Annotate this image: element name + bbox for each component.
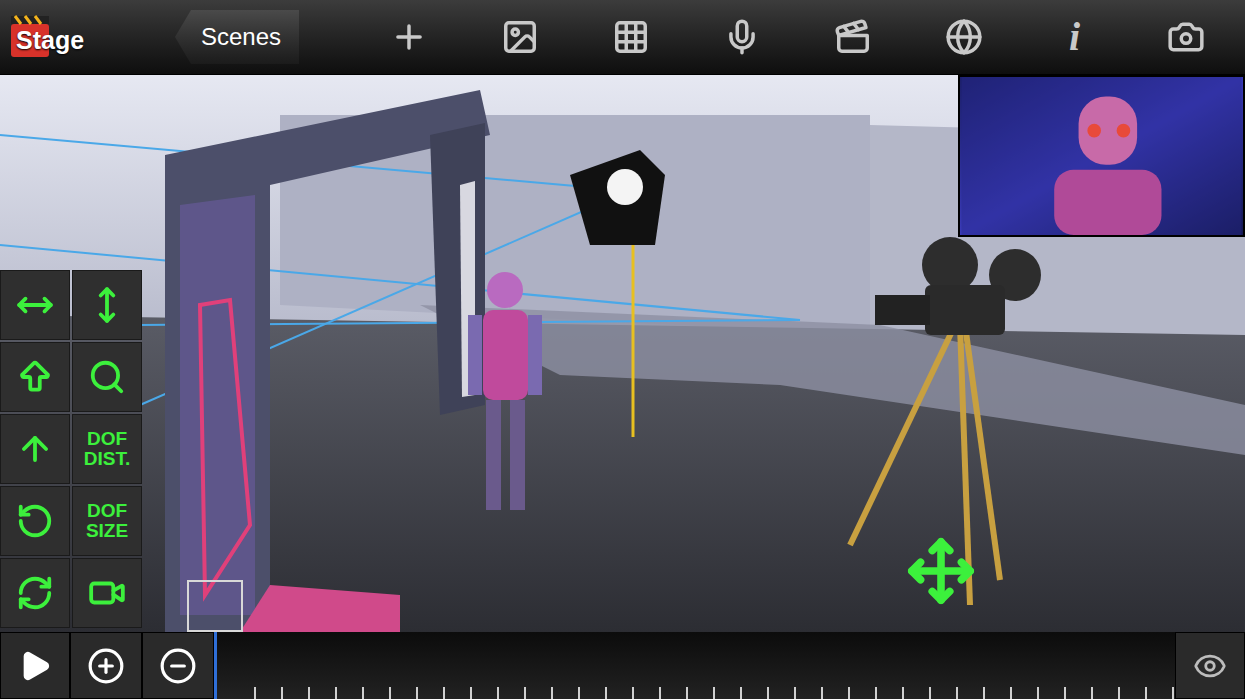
play-icon (18, 649, 52, 683)
tool-button[interactable] (0, 414, 70, 484)
eye-icon (1193, 649, 1227, 683)
top-toolbar: Stage Scenes i (0, 0, 1245, 75)
timeline-tick (551, 687, 553, 699)
tool-label: DOF SIZE (73, 501, 141, 541)
timeline-tick (605, 687, 607, 699)
timeline-tick (1064, 687, 1066, 699)
tool-button[interactable] (0, 486, 70, 556)
globe-icon (945, 18, 983, 56)
timeline-tick (875, 687, 877, 699)
camera-preview[interactable] (958, 75, 1245, 237)
info-label: i (1069, 17, 1080, 57)
timeline-tick (1010, 687, 1012, 699)
timeline-bar (0, 632, 1245, 699)
microphone-icon (723, 18, 761, 56)
timeline-tick (686, 687, 688, 699)
playhead[interactable] (214, 632, 217, 699)
timeline-tick (1172, 687, 1174, 699)
play-button[interactable] (0, 632, 70, 699)
timeline-tick (362, 687, 364, 699)
add-keyframe-button[interactable] (70, 632, 142, 699)
timeline-tick (389, 687, 391, 699)
toolbar-icons: i (353, 0, 1241, 74)
add-keyframe-icon (87, 647, 125, 685)
camera-view-icon (88, 574, 126, 612)
timeline-tick (821, 687, 823, 699)
timeline-tick (659, 687, 661, 699)
timeline-tick (794, 687, 796, 699)
snapshot-camera-icon (1167, 18, 1205, 56)
move-arrows-icon (906, 536, 976, 606)
stage-app: Stage Scenes i DOF DIST. DOF SIZE (0, 0, 1245, 699)
timeline-tick (470, 687, 472, 699)
image-icon (501, 18, 539, 56)
timeline-tick (1145, 687, 1147, 699)
orbit-icon (16, 574, 54, 612)
timeline-tick (497, 687, 499, 699)
stage-viewport[interactable]: DOF DIST. DOF SIZE (0, 75, 1245, 632)
tool-button[interactable]: DOF SIZE (72, 486, 142, 556)
grid-icon (612, 18, 650, 56)
zoom-icon (88, 358, 126, 396)
tool-button[interactable] (0, 342, 70, 412)
clapperboard-icon (834, 18, 872, 56)
app-title: Stage (16, 28, 84, 53)
toolbar-button[interactable] (686, 0, 797, 74)
tool-button[interactable] (0, 558, 70, 628)
move-handle[interactable] (905, 535, 977, 607)
timeline-tick (443, 687, 445, 699)
timeline-tick (632, 687, 634, 699)
add-icon (390, 18, 428, 56)
timeline-tick (848, 687, 850, 699)
timeline-tick (983, 687, 985, 699)
timeline-tick (1037, 687, 1039, 699)
toolbar-button[interactable] (353, 0, 464, 74)
scenes-label: Scenes (201, 25, 281, 49)
tool-panel: DOF DIST. DOF SIZE (0, 270, 142, 628)
timeline-tick (713, 687, 715, 699)
tool-button[interactable] (72, 558, 142, 628)
remove-keyframe-icon (159, 647, 197, 685)
move-horizontal-icon (16, 286, 54, 324)
timeline-tick (902, 687, 904, 699)
toolbar-button[interactable] (1130, 0, 1241, 74)
timeline-tick (578, 687, 580, 699)
move-vertical-icon (88, 286, 126, 324)
up-arrow-icon (16, 430, 54, 468)
toolbar-button[interactable] (908, 0, 1019, 74)
timeline-tick (929, 687, 931, 699)
visibility-button[interactable] (1175, 632, 1245, 699)
timeline-tick (767, 687, 769, 699)
rotate-icon (16, 502, 54, 540)
raise-icon (16, 358, 54, 396)
tool-button[interactable] (72, 342, 142, 412)
tool-label: DOF DIST. (73, 429, 141, 469)
timeline-tick (956, 687, 958, 699)
timeline-tick (416, 687, 418, 699)
timeline-tick (1118, 687, 1120, 699)
remove-keyframe-button[interactable] (142, 632, 214, 699)
timeline-tick (308, 687, 310, 699)
toolbar-button[interactable] (797, 0, 908, 74)
info-button[interactable]: i (1019, 0, 1130, 74)
app-logo[interactable]: Stage (8, 12, 118, 62)
timeline-tick (740, 687, 742, 699)
tool-button[interactable] (0, 270, 70, 340)
timeline-track[interactable] (214, 632, 1175, 699)
tool-button[interactable] (72, 270, 142, 340)
tool-button[interactable]: DOF DIST. (72, 414, 142, 484)
toolbar-button[interactable] (464, 0, 575, 74)
preview-robot-render (960, 77, 1243, 235)
selection-box[interactable] (187, 580, 243, 632)
timeline-tick (335, 687, 337, 699)
timeline-tick (1091, 687, 1093, 699)
timeline-tick (254, 687, 256, 699)
toolbar-button[interactable] (575, 0, 686, 74)
timeline-tick (524, 687, 526, 699)
scenes-button[interactable]: Scenes (175, 10, 299, 64)
timeline-tick (281, 687, 283, 699)
